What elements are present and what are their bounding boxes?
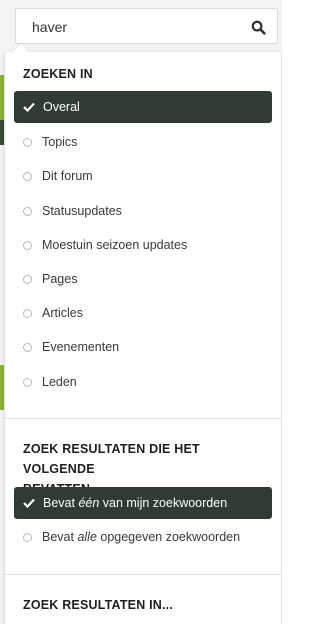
background-accent (0, 365, 4, 410)
radio-icon (23, 532, 32, 542)
radio-icon (23, 274, 32, 284)
option-pages[interactable]: Pages (14, 263, 272, 295)
option-label: Bevat alle opgegeven zoekwoorden (42, 530, 241, 544)
page: ZOEKEN IN Overal Topics Dit forum Status… (0, 0, 282, 624)
option-label: Dit forum (42, 169, 93, 183)
divider (5, 574, 281, 575)
option-dit-forum[interactable]: Dit forum (14, 160, 272, 192)
option-any-keyword[interactable]: Bevat één van mijn zoekwoorden (14, 487, 272, 519)
option-label: Articles (42, 306, 83, 320)
section-title-search-in: ZOEKEN IN (23, 67, 93, 81)
checkmark-icon (23, 101, 35, 113)
radio-icon (23, 308, 32, 318)
option-label: Topics (42, 135, 78, 149)
section-title-line: ZOEK RESULTATEN DIE HET VOLGENDE (23, 442, 200, 476)
option-label: Moestuin seizoen updates (42, 238, 188, 252)
background-accent (0, 75, 4, 120)
option-label: Evenementen (42, 340, 120, 354)
option-all-keywords[interactable]: Bevat alle opgegeven zoekwoorden (14, 521, 272, 553)
search-icon (251, 20, 266, 35)
option-evenementen[interactable]: Evenementen (14, 331, 272, 363)
option-label: Bevat één van mijn zoekwoorden (43, 496, 228, 510)
radio-icon (23, 240, 32, 250)
option-statusupdates[interactable]: Statusupdates (14, 195, 272, 227)
search-input[interactable] (32, 18, 232, 36)
option-label: Overal (43, 100, 80, 114)
search-button[interactable] (249, 18, 267, 36)
background-accent (0, 120, 4, 145)
search-box (15, 8, 278, 44)
option-label: Leden (42, 375, 77, 389)
radio-icon (23, 377, 32, 387)
checkmark-icon (23, 497, 35, 509)
dropdown-caret (13, 44, 29, 52)
option-overal[interactable]: Overal (14, 91, 272, 123)
divider (5, 418, 281, 419)
option-label: Pages (42, 272, 78, 286)
option-leden[interactable]: Leden (14, 366, 272, 398)
option-moestuin-seizoen-updates[interactable]: Moestuin seizoen updates (14, 229, 272, 261)
search-options-dropdown: ZOEKEN IN Overal Topics Dit forum Status… (5, 44, 281, 624)
radio-icon (23, 137, 32, 147)
option-label: Statusupdates (42, 204, 122, 218)
option-topics[interactable]: Topics (14, 126, 272, 158)
option-articles[interactable]: Articles (14, 297, 272, 329)
radio-icon (23, 342, 32, 352)
radio-icon (23, 206, 32, 216)
section-title-results-in: ZOEK RESULTATEN IN... (23, 598, 174, 612)
radio-icon (23, 171, 32, 181)
